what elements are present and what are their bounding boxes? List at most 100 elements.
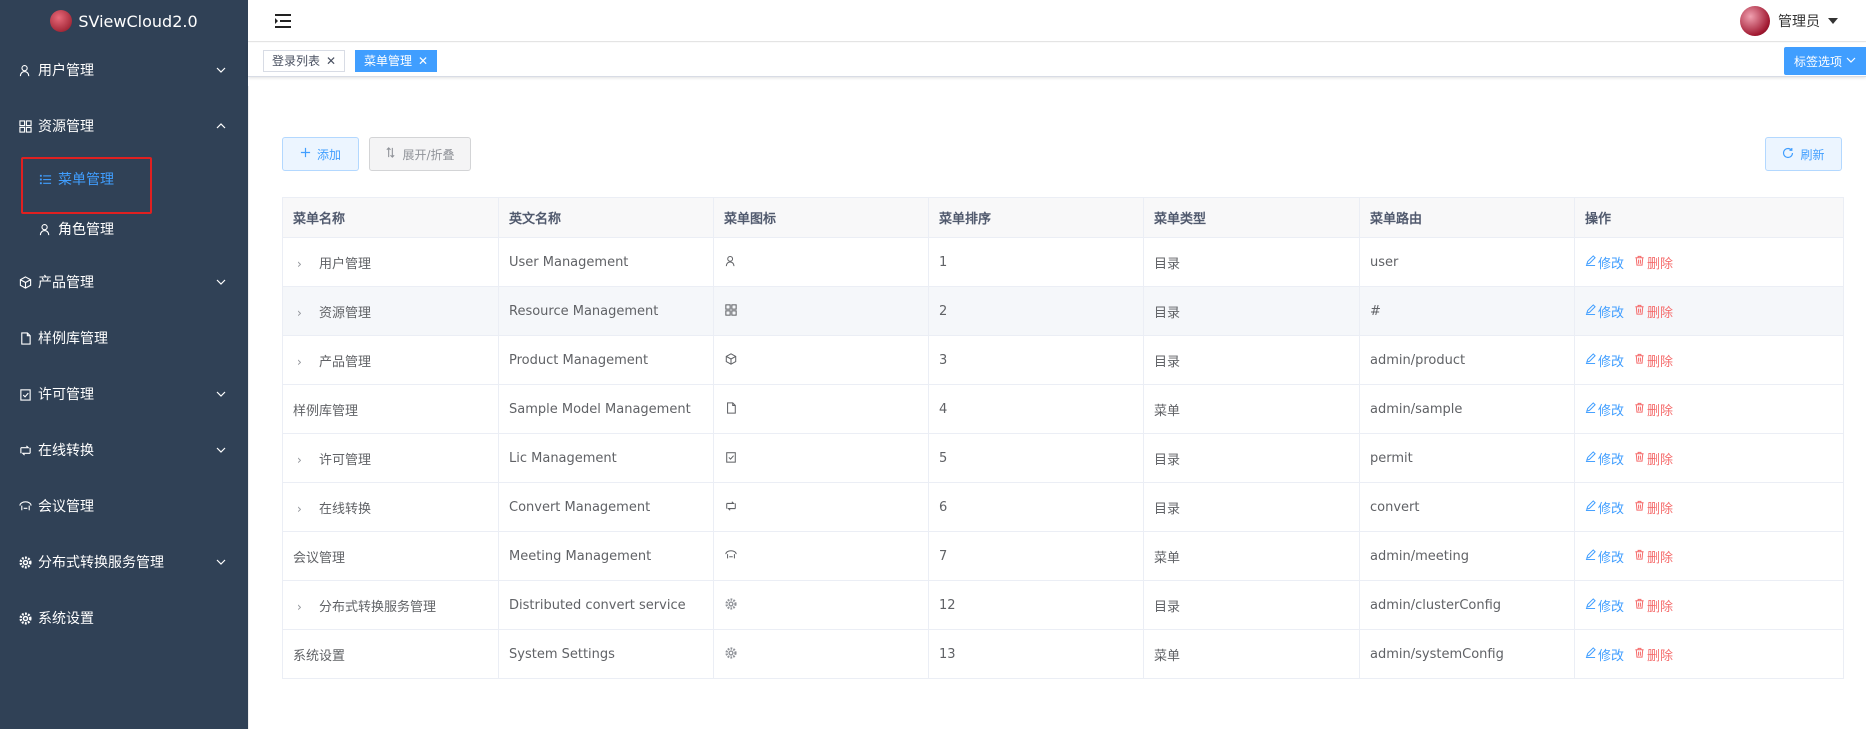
menu-name: 会议管理 <box>293 550 346 566</box>
close-icon[interactable]: ✕ <box>418 55 428 67</box>
sidebar-item-distributed-convert[interactable]: 分布式转换服务管理 <box>0 534 248 590</box>
sidebar-item-label: 用户管理 <box>38 63 94 79</box>
chevron-right-icon[interactable]: › <box>297 355 311 369</box>
box-icon <box>18 275 32 289</box>
column-header[interactable]: 菜单路由 <box>1359 197 1575 238</box>
tags-view: 登录列表 ✕ 菜单管理 ✕ 标签选项 <box>248 43 1866 77</box>
user-icon <box>38 222 52 236</box>
grid-icon <box>18 119 32 133</box>
table-row[interactable]: 样例库管理 Sample Model Management 4 菜单 admin/sam… <box>282 384 1844 434</box>
sidebar-item-menu-management[interactable]: 菜单管理 <box>0 154 248 204</box>
convert-icon <box>18 443 32 457</box>
sidebar-item-label: 系统设置 <box>38 611 94 627</box>
trash-icon <box>1634 647 1645 662</box>
column-header[interactable]: 英文名称 <box>498 197 714 238</box>
edit-button[interactable]: 修改 <box>1585 596 1624 615</box>
app-logo[interactable]: SViewCloud2.0 <box>0 0 248 42</box>
close-icon[interactable]: ✕ <box>326 55 336 67</box>
edit-icon <box>1585 352 1596 368</box>
caret-down-icon <box>1828 18 1838 24</box>
edit-button[interactable]: 修改 <box>1585 351 1624 370</box>
add-button[interactable]: 添加 <box>282 137 359 171</box>
chevron-right-icon[interactable]: › <box>297 502 311 516</box>
edit-label: 修改 <box>1598 550 1625 566</box>
table-row[interactable]: › 用户管理 User Management 1 目录 user 修改 删除 <box>282 237 1844 287</box>
clipboard-check-icon <box>724 450 738 464</box>
tag-options-button[interactable]: 标签选项 <box>1784 47 1866 75</box>
sidebar-item-resource-management[interactable]: 资源管理 <box>0 98 248 154</box>
column-header[interactable]: 菜单图标 <box>713 197 929 238</box>
table-row[interactable]: › 在线转换 Convert Management 6 目录 convert 修改 删除 <box>282 482 1844 532</box>
english-name-cell: Resource Management <box>498 286 714 336</box>
sidebar-item-sample-library[interactable]: 样例库管理 <box>0 310 248 366</box>
type-cell: 目录 <box>1143 580 1360 630</box>
chevron-right-icon[interactable]: › <box>297 600 311 614</box>
delete-button[interactable]: 删除 <box>1634 596 1673 615</box>
edit-label: 修改 <box>1598 403 1625 419</box>
edit-label: 修改 <box>1598 354 1625 370</box>
column-header[interactable]: 菜单排序 <box>928 197 1144 238</box>
refresh-label: 刷新 <box>1800 147 1825 162</box>
sidebar-item-license-management[interactable]: 许可管理 <box>0 366 248 422</box>
expand-collapse-button[interactable]: 展开/折叠 <box>369 137 471 171</box>
delete-button[interactable]: 删除 <box>1634 449 1673 468</box>
chevron-right-icon[interactable]: › <box>297 453 311 467</box>
table-row[interactable]: 系统设置 System Settings 13 菜单 admin/systemConfi… <box>282 629 1844 679</box>
hamburger-icon[interactable] <box>274 12 292 30</box>
trash-icon <box>1634 304 1645 319</box>
delete-button[interactable]: 删除 <box>1634 400 1673 419</box>
trash-icon <box>1634 353 1645 368</box>
edit-button[interactable]: 修改 <box>1585 645 1624 664</box>
delete-button[interactable]: 删除 <box>1634 253 1673 272</box>
delete-label: 删除 <box>1647 648 1674 664</box>
tag-login-list[interactable]: 登录列表 ✕ <box>263 50 346 72</box>
delete-button[interactable]: 删除 <box>1634 498 1673 517</box>
order-cell: 4 <box>928 384 1144 434</box>
delete-button[interactable]: 删除 <box>1634 351 1673 370</box>
user-dropdown[interactable]: 管理员 <box>1740 6 1838 36</box>
sidebar-item-user-management[interactable]: 用户管理 <box>0 42 248 98</box>
actions-cell: 修改 删除 <box>1574 433 1844 483</box>
edit-button[interactable]: 修改 <box>1585 547 1624 566</box>
logo-icon <box>50 10 73 32</box>
sidebar-item-system-settings[interactable]: 系统设置 <box>0 590 248 646</box>
edit-button[interactable]: 修改 <box>1585 253 1624 272</box>
delete-button[interactable]: 删除 <box>1634 302 1673 321</box>
edit-button[interactable]: 修改 <box>1585 400 1624 419</box>
delete-button[interactable]: 删除 <box>1634 547 1673 566</box>
menu-name-cell: › 许可管理 <box>282 433 499 483</box>
tag-label: 登录列表 <box>272 54 321 68</box>
edit-button[interactable]: 修改 <box>1585 498 1624 517</box>
sidebar-item-label: 许可管理 <box>38 387 94 403</box>
edit-button[interactable]: 修改 <box>1585 449 1624 468</box>
clipboard-check-icon <box>18 387 32 401</box>
refresh-button[interactable]: 刷新 <box>1765 137 1842 171</box>
chevron-down-icon <box>214 443 228 457</box>
menu-name: 分布式转换服务管理 <box>319 599 437 615</box>
tag-menu-management[interactable]: 菜单管理 ✕ <box>355 50 438 72</box>
plus-icon <box>300 147 311 161</box>
table-row[interactable]: › 资源管理 Resource Management 2 目录 # 修改 删除 <box>282 286 1844 336</box>
route-cell: admin/clusterConfig <box>1359 580 1575 630</box>
file-icon <box>18 331 32 345</box>
user-name: 管理员 <box>1778 14 1820 30</box>
sidebar-item-product-management[interactable]: 产品管理 <box>0 254 248 310</box>
column-header[interactable]: 操作 <box>1574 197 1844 238</box>
edit-icon <box>1585 401 1596 417</box>
table-row[interactable]: 会议管理 Meeting Management 7 菜单 admin/meeting 修改… <box>282 531 1844 581</box>
chevron-right-icon[interactable]: › <box>297 306 311 320</box>
chevron-down-icon <box>214 63 228 77</box>
table-row[interactable]: › 分布式转换服务管理 Distributed convert service 12 目… <box>282 580 1844 630</box>
sidebar-item-meeting-management[interactable]: 会议管理 <box>0 478 248 534</box>
actions-cell: 修改 删除 <box>1574 629 1844 679</box>
column-header[interactable]: 菜单类型 <box>1143 197 1360 238</box>
delete-button[interactable]: 删除 <box>1634 645 1673 664</box>
trash-icon <box>1634 451 1645 466</box>
edit-button[interactable]: 修改 <box>1585 302 1624 321</box>
chevron-right-icon[interactable]: › <box>297 257 311 271</box>
sidebar-item-online-convert[interactable]: 在线转换 <box>0 422 248 478</box>
table-row[interactable]: › 许可管理 Lic Management 5 目录 permit 修改 删除 <box>282 433 1844 483</box>
sidebar-item-role-management[interactable]: 角色管理 <box>0 204 248 254</box>
column-header[interactable]: 菜单名称 <box>282 197 499 238</box>
table-row[interactable]: › 产品管理 Product Management 3 目录 admin/product 修… <box>282 335 1844 385</box>
